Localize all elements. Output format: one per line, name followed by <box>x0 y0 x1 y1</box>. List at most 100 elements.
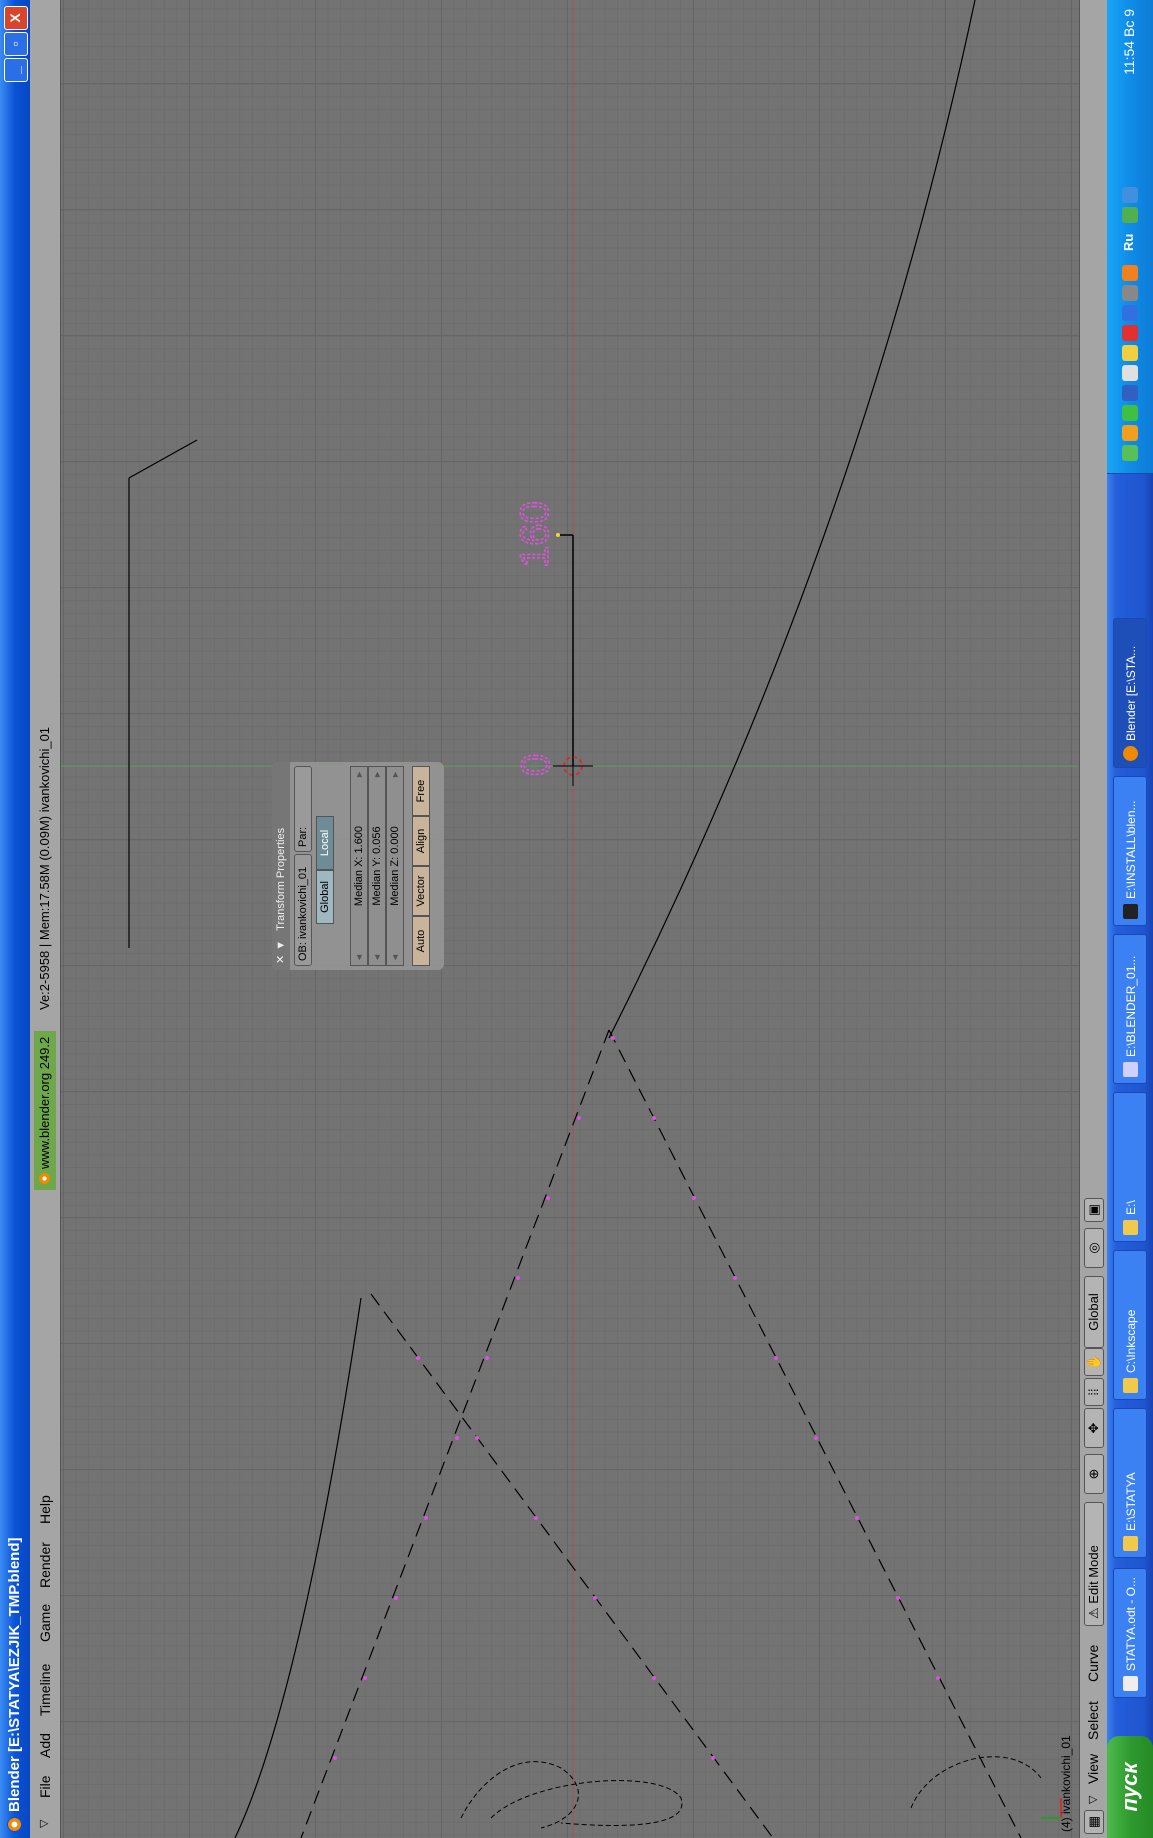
triangle-down-icon[interactable]: ▼ <box>275 940 287 951</box>
manipulator-toggle[interactable]: ✥ <box>1084 1408 1104 1448</box>
menu-file[interactable]: File <box>37 1775 53 1798</box>
median-x-field[interactable]: ◄ Median X: 1.600 ► <box>350 766 368 966</box>
handle-vector-button[interactable]: Vector <box>412 866 430 916</box>
panel-title: Transform Properties <box>275 827 287 931</box>
transform-properties-panel[interactable]: ✕ ▼ Transform Properties OB: ivankovichi_… <box>272 762 444 970</box>
firefox-icon[interactable] <box>1122 265 1138 281</box>
median-z-value: Median Z: 0.000 <box>389 826 401 906</box>
curve-line-d <box>234 1297 362 1838</box>
handle-align-button[interactable]: Align <box>412 816 430 866</box>
hand-tool-button[interactable]: ✋ <box>1084 1348 1104 1376</box>
window-title: Blender [E:\STATYA\EZJIK_TMP.blend] <box>6 1537 23 1812</box>
viewport-drawing: 0 160 <box>61 0 1079 1838</box>
active-object-label: (4) ivankovichi_01 <box>1059 1735 1073 1832</box>
main-header: ▽ File Add Timeline Game Render Help www… <box>30 0 61 1838</box>
taskbar-item-blender-01[interactable]: E:\BLENDER_01... <box>1113 934 1147 1084</box>
curve-line-b <box>128 439 198 479</box>
scene-stats: Ve:2-5958 | Mem:17.58M (0.09M) ivankovic… <box>37 726 52 1010</box>
menu-render[interactable]: Render <box>37 1542 53 1588</box>
decrement-arrow-icon[interactable]: ◄ <box>369 953 386 962</box>
increment-arrow-icon[interactable]: ► <box>369 770 386 779</box>
bluetooth-icon-2[interactable] <box>1122 305 1138 321</box>
blender-app-icon <box>1123 746 1138 761</box>
task-label: STATYA.odt - O... <box>1124 1576 1138 1671</box>
taskbar-item-e-statya[interactable]: E:\STATYA <box>1113 1408 1147 1558</box>
menu-add[interactable]: Add <box>37 1733 53 1758</box>
editor-type-icon[interactable]: ▦ <box>1084 1810 1104 1834</box>
taskbar-item-statya-odt[interactable]: STATYA.odt - O... <box>1113 1568 1147 1698</box>
console-icon <box>1123 904 1138 919</box>
close-panel-icon[interactable]: ✕ <box>275 955 287 964</box>
blender-app-icon <box>7 1817 22 1832</box>
pivot-point-selector[interactable]: ⊕ <box>1084 1454 1104 1494</box>
3d-viewport[interactable]: 0 160 (4) ivankovichi_01 ✕ ▼ Transform Pr… <box>61 0 1079 1838</box>
minimize-button[interactable]: _ <box>4 58 28 82</box>
menu-view[interactable]: View <box>1085 1754 1101 1784</box>
close-button[interactable]: X <box>4 6 28 30</box>
menu-select[interactable]: Select <box>1085 1701 1101 1740</box>
task-label: E:\INSTALL\blen... <box>1124 800 1138 900</box>
camera-icon[interactable] <box>1122 285 1138 301</box>
blender-org-label: www.blender.org 249.2 <box>34 1030 56 1190</box>
site-text: www.blender.org 249.2 <box>37 1036 52 1169</box>
windows-taskbar: пуск STATYA.odt - O... E:\STATYA C:\Inks… <box>1107 0 1153 1838</box>
median-y-field[interactable]: ◄ Median Y: 0.056 ► <box>368 766 386 966</box>
start-label: пуск <box>1117 1762 1142 1812</box>
start-button[interactable]: пуск <box>1107 1736 1153 1838</box>
app-c-icon[interactable] <box>1122 325 1138 341</box>
skype-icon[interactable] <box>1122 207 1138 223</box>
handle-auto-button[interactable]: Auto <box>412 916 430 966</box>
menu-timeline[interactable]: Timeline <box>37 1664 53 1716</box>
orientation-selector[interactable]: Global <box>1084 1276 1104 1348</box>
increment-arrow-icon[interactable]: ► <box>387 770 404 779</box>
window-title-bar: Blender [E:\STATYA\EZJIK_TMP.blend] _ ▫ … <box>0 0 30 1838</box>
median-z-field[interactable]: ◄ Median Z: 0.000 ► <box>386 766 404 966</box>
antivirus-icon[interactable] <box>1122 405 1138 421</box>
curve-vertices <box>333 1036 940 1760</box>
glyph-outline-2 <box>490 1780 683 1826</box>
median-x-value: Median X: 1.600 <box>353 825 365 907</box>
mode-selector[interactable]: ⚠ Edit Mode <box>1084 1502 1104 1626</box>
mode-label: Edit Mode <box>1086 1545 1101 1604</box>
render-preview-button[interactable]: ▣ <box>1084 1198 1104 1222</box>
taskbar-item-cmd-install[interactable]: E:\INSTALL\blen... <box>1113 776 1147 926</box>
volume-icon[interactable] <box>1122 187 1138 203</box>
object-name-field[interactable]: OB: ivankovichi_01 <box>294 854 312 966</box>
folder-icon <box>1123 1536 1138 1551</box>
glyph-outline-1 <box>460 1761 579 1829</box>
global-toggle[interactable]: Global <box>316 870 334 924</box>
increment-arrow-icon[interactable]: ► <box>351 770 368 779</box>
taskbar-item-e-root[interactable]: E:\ <box>1113 1092 1147 1242</box>
dashed-curve-2 <box>300 1029 610 1838</box>
decrement-arrow-icon[interactable]: ◄ <box>387 953 404 962</box>
curve-line-c <box>608 0 976 1039</box>
triangle-down-icon[interactable]: ▽ <box>37 1820 50 1828</box>
manipulator-type-button[interactable]: ⁞⁞ <box>1084 1378 1104 1406</box>
taskbar-item-blender-active[interactable]: Blender [E:\STA... <box>1113 618 1147 768</box>
monitor-icon[interactable] <box>1122 385 1138 401</box>
language-indicator[interactable]: Ru <box>1121 234 1136 251</box>
taskbar-clock[interactable]: 11:54 Вс 9 <box>1121 9 1137 75</box>
local-toggle[interactable]: Local <box>316 816 334 870</box>
proportional-edit-icon: ◎ <box>1086 1242 1101 1254</box>
handle-free-button[interactable]: Free <box>412 766 430 816</box>
triangle-down-icon[interactable]: ▽ <box>1086 1796 1099 1804</box>
pivot-icon: ⊕ <box>1086 1468 1101 1480</box>
menu-game[interactable]: Game <box>37 1604 53 1642</box>
menu-help[interactable]: Help <box>37 1495 53 1524</box>
network-icon[interactable] <box>1122 445 1138 461</box>
shield-icon[interactable] <box>1122 365 1138 381</box>
task-label: C:\Inkscape <box>1124 1309 1138 1373</box>
bluetooth-icon[interactable] <box>1122 345 1138 361</box>
proportional-edit-toggle[interactable]: ◎ <box>1084 1228 1104 1268</box>
decrement-arrow-icon[interactable]: ◄ <box>351 953 368 962</box>
menu-curve[interactable]: Curve <box>1085 1645 1101 1682</box>
annotation-160: 160 <box>513 501 557 568</box>
parent-field[interactable]: Par: <box>294 766 312 852</box>
app-icon <box>1123 1062 1138 1077</box>
security-icon[interactable] <box>1122 425 1138 441</box>
restore-button[interactable]: ▫ <box>4 32 28 56</box>
viewport-header: ▦ ▽ View Select Curve ⚠ Edit Mode ⊕ ✥ ⁞⁞… <box>1079 0 1108 1838</box>
taskbar-item-inkscape[interactable]: C:\Inkscape <box>1113 1250 1147 1400</box>
median-y-value: Median Y: 0.056 <box>371 826 383 906</box>
